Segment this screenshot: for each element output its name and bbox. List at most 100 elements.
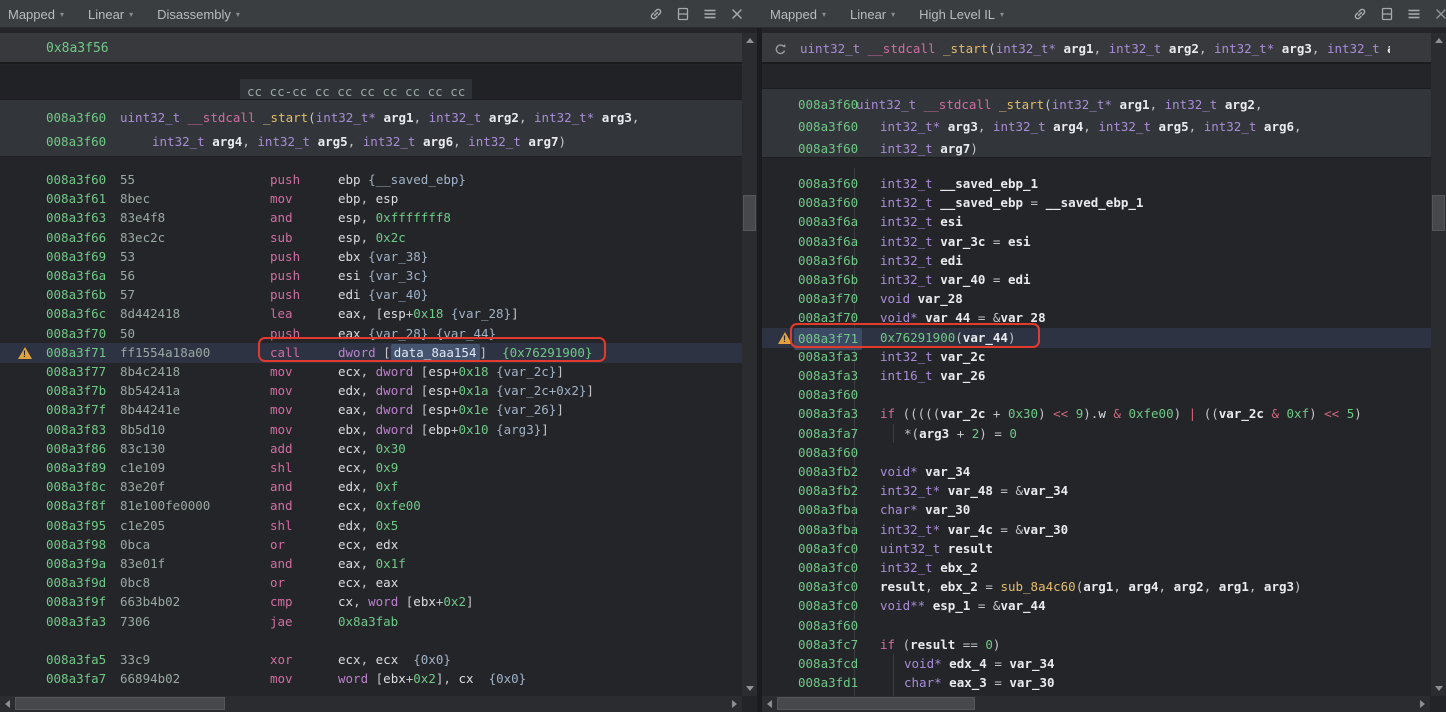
high-level-il-dropdown[interactable]: High Level IL▾ [919,7,1004,22]
scroll-right-button[interactable] [727,696,742,711]
disasm-row[interactable]: 008a3f6683ec2csubesp, 0x2c [0,228,742,248]
mnemonic: and [270,208,293,228]
link-icon[interactable] [1352,6,1368,22]
disasm-row[interactable]: 008a3f9d0bc8orecx, eax [0,573,742,593]
disasm-row[interactable]: 008a3f618becmovebp, esp [0,189,742,209]
operands: ebx, dword [ebp+0x10 {arg3}] [338,420,549,440]
hlil-row[interactable]: 008a3f70void* var_44 = &var_28 [762,308,1431,328]
hlil-row[interactable]: 008a3fa3int16_t var_26 [762,366,1431,386]
left-vertical-scrollbar[interactable] [742,33,757,696]
linear-dropdown[interactable]: Linear▾ [88,7,133,22]
hlil-row[interactable]: 008a3fbaint32_t* var_4c = &var_30 [762,520,1431,540]
address: 008a3f9f [46,592,106,612]
split-icon[interactable] [675,6,691,22]
disasm-row[interactable]: 008a3f6383e4f8andesp, 0xfffffff8 [0,208,742,228]
scroll-down-button[interactable] [742,681,757,696]
disassembly-dropdown[interactable]: Disassembly▾ [157,7,240,22]
token-nu: 0 [1009,426,1017,441]
hlil-row[interactable]: 008a3f60 [762,616,1431,636]
disasm-row[interactable]: 008a3f838b5d10movebx, dword [ebp+0x10 {a… [0,420,742,440]
token-ty: int32_t [468,134,521,149]
token-fn: _start [999,97,1044,112]
split-icon[interactable] [1379,6,1395,22]
hlil-row[interactable]: 008a3f6aint32_t var_3c = esi [762,232,1431,252]
disasm-row[interactable]: 008a3f89c1e109shlecx, 0x9 [0,458,742,478]
mapped-dropdown[interactable]: Mapped▾ [8,7,64,22]
hlil-row[interactable]: 008a3fd1char* eax_3 = var_30 [762,673,1431,693]
hlil-row[interactable]: 008a3fa7*(arg3 + 2) = 0 [762,424,1431,444]
disasm-row[interactable]: 008a3f6c8d442418leaeax, [esp+0x18 {var_2… [0,304,742,324]
token-pu: = & [970,310,1000,325]
disasm-row[interactable]: 008a3f7050pusheax {var_28} {var_44} [0,324,742,344]
linear-dropdown[interactable]: Linear▾ [850,7,895,22]
left-horizontal-scrollbar[interactable] [0,696,742,712]
scroll-down-button[interactable] [1431,681,1446,696]
token-va: var_34 [1009,656,1054,671]
right-vertical-scrollbar[interactable] [1431,33,1446,696]
hlil-row[interactable]: 008a3f6aint32_t esi [762,212,1431,232]
hlil-row[interactable]: 008a3f6bint32_t var_40 = edi [762,270,1431,290]
hlil-row[interactable]: 008a3fcdvoid* edx_4 = var_34 [762,654,1431,674]
right-horizontal-scrollbar[interactable] [762,696,1430,712]
disasm-row[interactable]: 008a3f6b57pushedi {var_40} [0,285,742,305]
hlil-row[interactable]: 008a3fb2int32_t* var_48 = &var_34 [762,481,1431,501]
disasm-row[interactable]: 008a3f9a83e01fandeax, 0x1f [0,554,742,574]
disasm-row[interactable]: 008a3f6a56pushesi {var_3c} [0,266,742,286]
hlil-row[interactable]: 008a3fbachar* var_30 [762,500,1431,520]
disasm-row[interactable]: 008a3fa533c9xorecx, ecx {0x0} [0,650,742,670]
token-an: {var_3c} [368,268,428,283]
hlil-row[interactable]: 008a3f60int32_t __saved_ebp = __saved_eb… [762,193,1431,213]
hlil-row[interactable]: 008a3fa3int32_t var_2c [762,347,1431,367]
token-va: arg1 [1063,41,1093,56]
hlil-row[interactable]: 008a3fc0void** esp_1 = &var_44 [762,596,1431,616]
right-vertical-scrollbar-thumb[interactable] [1432,195,1445,231]
disasm-row[interactable]: 008a3f71ff1554a18a00calldword [data_8aa1… [0,343,742,363]
disasm-row[interactable]: 008a3f95c1e205shledx, 0x5 [0,516,742,536]
token-va: var_2c [940,349,985,364]
disasm-row[interactable]: 008a3f6953pushebx {var_38} [0,247,742,267]
disasm-row[interactable]: 008a3f778b4c2418movecx, dword [esp+0x18 … [0,362,742,382]
disasm-row[interactable]: 008a3fa766894b02movword [ebx+0x2], cx {0… [0,669,742,689]
disasm-row[interactable]: 008a3f8f81e100fe0000andecx, 0xfe00 [0,496,742,516]
token-op: << [1053,406,1068,421]
scroll-left-button[interactable] [762,696,777,711]
menu-icon[interactable] [1406,6,1422,22]
hlil-row[interactable]: 008a3f60 [762,385,1431,405]
hlil-row[interactable]: 008a3f6bint32_t edi [762,251,1431,271]
scroll-right-button[interactable] [1415,696,1430,711]
menu-icon[interactable] [702,6,718,22]
hlil-row[interactable]: 008a3fc0result, ebx_2 = sub_8a4c60(arg1,… [762,577,1431,597]
hlil-row[interactable]: 008a3fb2void* var_34 [762,462,1431,482]
scroll-left-button[interactable] [0,696,15,711]
close-icon[interactable] [729,6,745,22]
right-horizontal-scrollbar-thumb[interactable] [777,697,975,710]
disasm-row[interactable]: 008a3f7f8b44241emoveax, dword [esp+0x1e … [0,400,742,420]
token-pu: ], [436,671,459,686]
hlil-row[interactable]: 008a3f70void var_28 [762,289,1431,309]
disasm-row[interactable]: 008a3f8683c130addecx, 0x30 [0,439,742,459]
left-horizontal-scrollbar-thumb[interactable] [15,697,225,710]
scroll-up-button[interactable] [742,33,757,48]
mnemonic: and [270,554,293,574]
hlil-row[interactable]: 008a3f60 [762,443,1431,463]
hlil-row[interactable]: 008a3fc0int32_t ebx_2 [762,558,1431,578]
disasm-row[interactable]: 008a3f9f663b4b02cmpcx, word [ebx+0x2] [0,592,742,612]
disasm-row[interactable]: 008a3f980bcaorecx, edx [0,535,742,555]
sync-icon[interactable] [772,41,788,57]
hlil-row[interactable]: 008a3fc7if (result == 0) [762,635,1431,655]
disasm-row[interactable]: 008a3f8c83e20fandedx, 0xf [0,477,742,497]
hlil-row[interactable]: 008a3f710x76291900(var_44) [762,328,1431,348]
disasm-row[interactable]: 008a3f6055pushebp {__saved_ebp} [0,170,742,190]
hlil-row[interactable]: 008a3fc0uint32_t result [762,539,1431,559]
mapped-dropdown[interactable]: Mapped▾ [770,7,826,22]
disasm-row[interactable]: 008a3fa37306jae0x8a3fab [0,612,742,632]
link-icon[interactable] [648,6,664,22]
hlil-row[interactable]: 008a3f60int32_t __saved_ebp_1 [762,174,1431,194]
left-vertical-scrollbar-thumb[interactable] [743,195,756,231]
hlil-row[interactable]: 008a3fa3if (((((var_2c + 0x30) << 9).w &… [762,404,1431,424]
close-icon[interactable] [1433,6,1446,22]
hlil-code: int32_t esi [880,212,963,232]
token-se[interactable]: data_8aa154 [391,344,480,361]
disasm-row[interactable]: 008a3f7b8b54241amovedx, dword [esp+0x1a … [0,381,742,401]
scroll-up-button[interactable] [1431,33,1446,48]
